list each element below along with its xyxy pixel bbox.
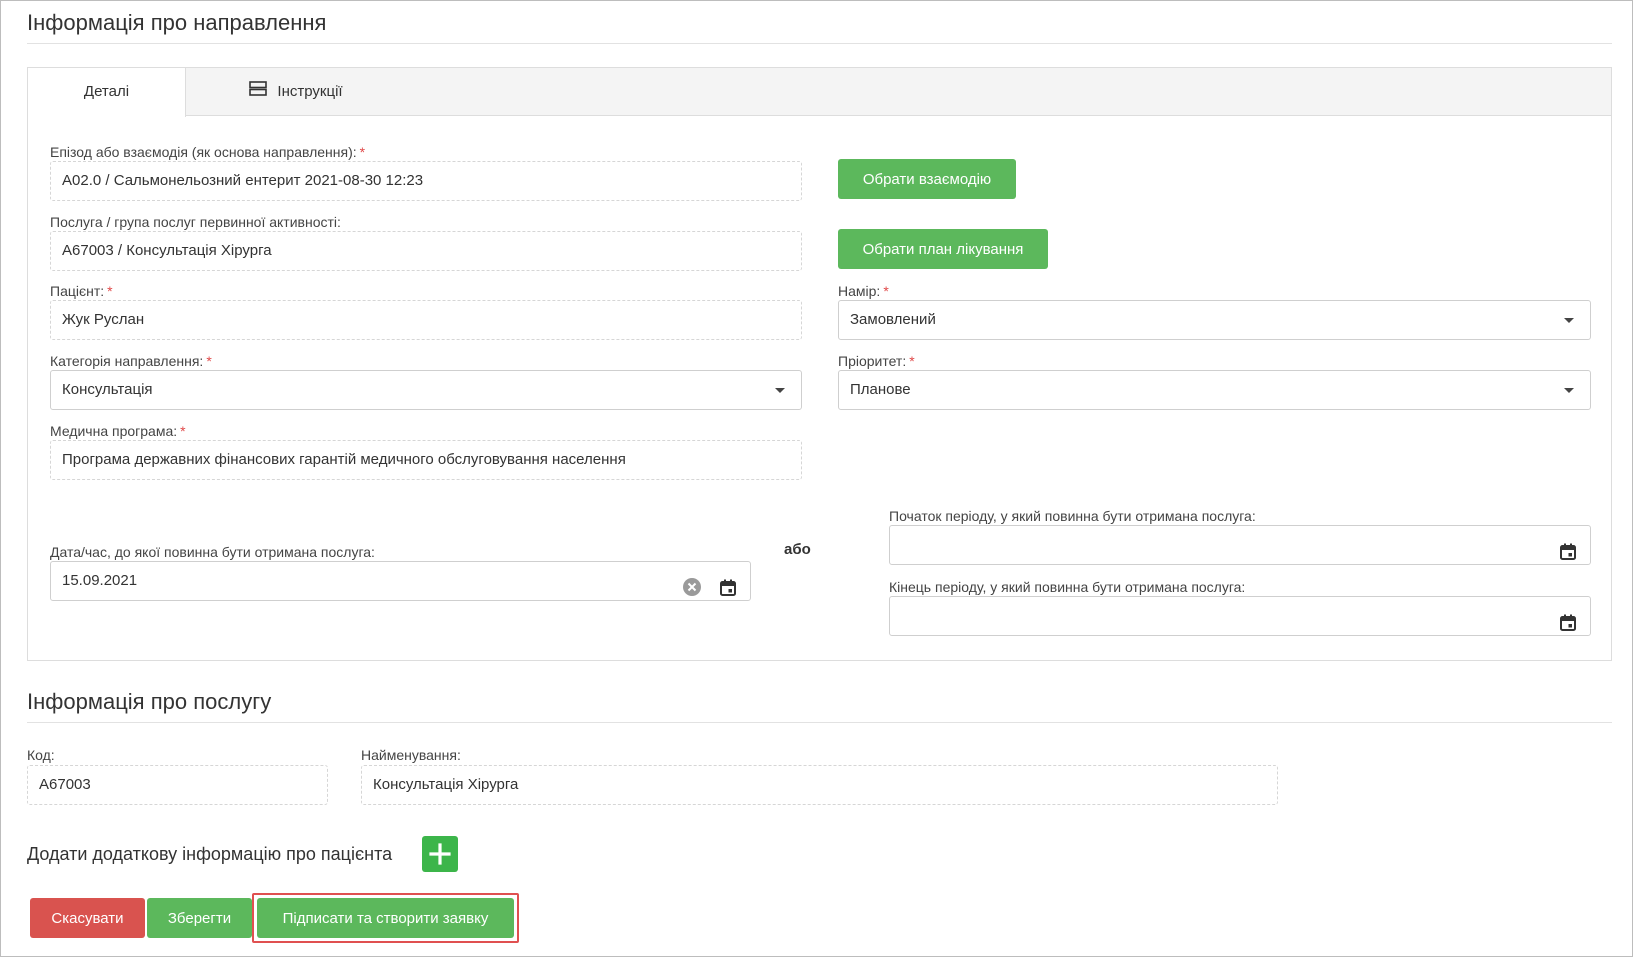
divider <box>27 722 1612 723</box>
episode-label: Епізод або взаємодія (як основа направле… <box>50 144 366 160</box>
name-field[interactable]: Консультація Хірурга <box>361 765 1278 805</box>
calendar-icon[interactable] <box>1560 537 1576 564</box>
name-label: Найменування: <box>361 747 461 763</box>
select-interaction-button[interactable]: Обрати взаємодію <box>838 159 1016 199</box>
intent-select[interactable]: Замовлений <box>838 300 1591 340</box>
tab-details[interactable]: Деталі <box>28 68 186 117</box>
intent-value: Замовлений <box>850 311 936 328</box>
plus-icon <box>429 843 451 865</box>
priority-label: Пріоритет: * <box>838 353 915 369</box>
period-end-label: Кінець періоду, у який повинна бути отри… <box>889 579 1246 595</box>
due-date-input[interactable]: 15.09.2021 <box>50 561 751 601</box>
period-start-label: Початок періоду, у який повинна бути отр… <box>889 508 1256 524</box>
code-field[interactable]: A67003 <box>27 765 328 805</box>
clear-icon[interactable] <box>683 573 701 600</box>
due-date-label: Дата/час, до якої повинна бути отримана … <box>50 544 375 560</box>
service-group-label: Послуга / група послуг первинної активно… <box>50 214 341 230</box>
tab-bar: Деталі Інструкції <box>28 68 1611 117</box>
referral-section-title: Інформація про направлення <box>27 10 327 35</box>
cancel-button[interactable]: Скасувати <box>30 898 145 938</box>
due-date-value: 15.09.2021 <box>62 572 138 589</box>
chevron-down-icon <box>1564 318 1574 323</box>
period-end-input[interactable] <box>889 596 1591 636</box>
category-label: Категорія направлення: * <box>50 353 212 369</box>
service-group-field[interactable]: A67003 / Консультація Хірурга <box>50 231 802 271</box>
additional-info-label: Додати додаткову інформацію про пацієнта <box>27 844 393 864</box>
chevron-down-icon <box>1564 388 1574 393</box>
code-label: Код: <box>27 747 55 763</box>
or-label: або <box>784 541 811 558</box>
chevron-down-icon <box>775 388 785 393</box>
list-icon <box>249 68 268 116</box>
priority-value: Планове <box>850 381 911 398</box>
priority-select[interactable]: Планове <box>838 370 1591 410</box>
category-select[interactable]: Консультація <box>50 370 802 410</box>
referral-details-panel: Деталі Інструкції Епізод або взаємодія (… <box>27 67 1612 661</box>
calendar-icon[interactable] <box>1560 608 1576 635</box>
calendar-icon[interactable] <box>720 573 736 600</box>
episode-field[interactable]: A02.0 / Сальмонельозний ентерит 2021-08-… <box>50 161 802 201</box>
patient-field[interactable]: Жук Руслан <box>50 300 802 340</box>
add-info-button[interactable] <box>422 836 458 872</box>
patient-label: Пацієнт: * <box>50 283 113 299</box>
tab-instructions[interactable]: Інструкції <box>186 68 406 116</box>
sign-and-create-button[interactable]: Підписати та створити заявку <box>257 898 514 938</box>
intent-label: Намір: * <box>838 283 889 299</box>
category-value: Консультація <box>62 381 153 398</box>
tab-instructions-label: Інструкції <box>277 83 343 100</box>
save-button[interactable]: Зберегти <box>147 898 252 938</box>
program-field[interactable]: Програма державних фінансових гарантій м… <box>50 440 802 480</box>
service-section-title: Інформація про послугу <box>27 689 272 714</box>
divider <box>27 43 1612 44</box>
program-label: Медична програма: * <box>50 423 186 439</box>
period-start-input[interactable] <box>889 525 1591 565</box>
tab-details-label: Деталі <box>83 83 130 100</box>
select-treatment-plan-button[interactable]: Обрати план лікування <box>838 229 1048 269</box>
